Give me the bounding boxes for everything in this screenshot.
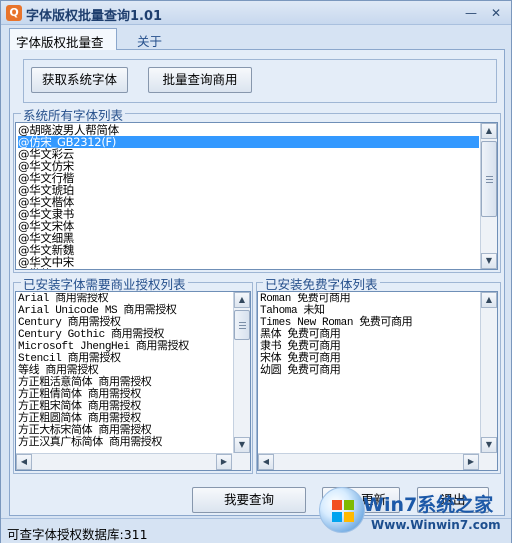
list-item[interactable]: 黑体 免费可商用 xyxy=(260,329,479,341)
scroll-up-icon[interactable]: ▲ xyxy=(481,292,497,308)
list-item[interactable]: Century 商用需授权 xyxy=(18,317,232,329)
list-item[interactable]: 方正大标宋简体 商用需授权 xyxy=(18,425,232,437)
system-fonts-scrollbar[interactable]: ▲ ▼ xyxy=(480,123,497,269)
tab-about[interactable]: 关于 xyxy=(131,28,168,50)
free-fonts-vscrollbar[interactable]: ▲ ▼ xyxy=(480,292,497,453)
list-item[interactable]: 方正粗宋简体 商用需授权 xyxy=(18,401,232,413)
watermark-url: Www.Winwin7.com xyxy=(371,518,501,532)
scroll-down-icon[interactable]: ▼ xyxy=(234,437,250,453)
list-item[interactable]: 宋体 免费可商用 xyxy=(260,353,479,365)
list-item[interactable]: @华文行楷 xyxy=(18,172,479,184)
commercial-fonts-items: Arial 商用需授权 Arial Unicode MS 商用需授权 Century… xyxy=(18,293,232,453)
system-fonts-list[interactable]: @胡晓波男人帮简体 @仿宋_GB2312(F) @华文彩云 @华文仿宋 @华文行楷 @华文… xyxy=(15,122,498,270)
list-item[interactable]: 方正粗活意简体 商用需授权 xyxy=(18,377,232,389)
list-item[interactable]: 方正粗圆简体 商用需授权 xyxy=(18,413,232,425)
free-fonts-hscrollbar[interactable]: ◀ ▶ xyxy=(258,453,479,470)
list-item[interactable]: Arial Unicode MS 商用需授权 xyxy=(18,305,232,317)
list-item[interactable]: @华文彩云 xyxy=(18,148,479,160)
free-fonts-list[interactable]: Roman 免费可商用 Tahoma 未知 Times New Roman 免费可商… xyxy=(257,291,498,471)
windows-logo-icon xyxy=(319,487,365,533)
list-item[interactable]: @华文中宋 xyxy=(18,256,479,268)
list-item[interactable]: @华文细黑 xyxy=(18,232,479,244)
batch-query-button[interactable]: 批量查询商用 xyxy=(148,67,252,93)
list-item[interactable]: Microsoft JhengHei 商用需授权 xyxy=(18,341,232,353)
status-text: 可查字体授权数据库:311 xyxy=(7,527,148,542)
app-window: Q 字体版权批量查询1.01 — ✕ 字体版权批量查询 关于 获取系统字体 批量… xyxy=(0,0,512,543)
list-item[interactable]: @华文琥珀 xyxy=(18,184,479,196)
list-item[interactable]: @华文宋体 xyxy=(18,220,479,232)
list-item[interactable]: Stencil 商用需授权 xyxy=(18,353,232,365)
list-item[interactable]: Tahoma 未知 xyxy=(260,305,479,317)
scroll-left-icon[interactable]: ◀ xyxy=(16,454,32,470)
scroll-right-icon[interactable]: ▶ xyxy=(463,454,479,470)
scroll-left-icon[interactable]: ◀ xyxy=(258,454,274,470)
list-item[interactable]: 隶书 免费可商用 xyxy=(260,341,479,353)
list-item[interactable]: @华文新魏 xyxy=(18,244,479,256)
title-bar[interactable]: Q 字体版权批量查询1.01 — ✕ xyxy=(1,1,511,25)
scroll-corner xyxy=(479,453,497,470)
scroll-corner xyxy=(232,453,250,470)
list-item[interactable]: Arial 商用需授权 xyxy=(18,293,232,305)
my-query-button[interactable]: 我要查询 xyxy=(192,487,306,513)
list-item[interactable]: @华文隶书 xyxy=(18,208,479,220)
list-item[interactable]: Times New Roman 免费可商用 xyxy=(260,317,479,329)
commercial-fonts-list[interactable]: Arial 商用需授权 Arial Unicode MS 商用需授权 Century… xyxy=(15,291,251,471)
list-item[interactable]: @华文楷体 xyxy=(18,196,479,208)
scroll-down-icon[interactable]: ▼ xyxy=(481,253,497,269)
minimize-icon[interactable]: — xyxy=(464,6,478,20)
scroll-up-icon[interactable]: ▲ xyxy=(481,123,497,139)
list-item[interactable]: @楷体 xyxy=(18,268,479,269)
get-system-fonts-button[interactable]: 获取系统字体 xyxy=(31,67,128,93)
free-fonts-items: Roman 免费可商用 Tahoma 未知 Times New Roman 免费可商… xyxy=(260,293,479,453)
commercial-fonts-vscrollbar[interactable]: ▲ ▼ xyxy=(233,292,250,453)
scroll-right-icon[interactable]: ▶ xyxy=(216,454,232,470)
scroll-down-icon[interactable]: ▼ xyxy=(481,437,497,453)
scroll-thumb[interactable] xyxy=(481,141,497,217)
list-item[interactable]: @仿宋_GB2312(F) xyxy=(18,136,479,148)
watermark-brand: Win7系统之家 xyxy=(363,494,494,516)
list-item[interactable]: 方正汉真广标简体 商用需授权 xyxy=(18,437,232,449)
list-item[interactable]: 方正粗倩简体 商用需授权 xyxy=(18,389,232,401)
scroll-thumb[interactable] xyxy=(234,310,250,340)
list-item[interactable]: Century Gothic 商用需授权 xyxy=(18,329,232,341)
list-item[interactable]: Roman 免费可商用 xyxy=(260,293,479,305)
tab-batch-query[interactable]: 字体版权批量查询 xyxy=(9,28,117,69)
search-icon: Q xyxy=(6,5,22,21)
tab-strip: 字体版权批量查询 关于 xyxy=(9,28,505,69)
window-title: 字体版权批量查询1.01 xyxy=(26,9,163,24)
list-item[interactable]: 幼圆 免费可商用 xyxy=(260,365,479,377)
close-icon[interactable]: ✕ xyxy=(489,6,503,20)
scroll-up-icon[interactable]: ▲ xyxy=(234,292,250,308)
watermark: Win7系统之家 Www.Winwin7.com xyxy=(319,485,509,541)
commercial-fonts-hscrollbar[interactable]: ◀ ▶ xyxy=(16,453,232,470)
list-item[interactable]: @华文仿宋 xyxy=(18,160,479,172)
system-fonts-items: @胡晓波男人帮简体 @仿宋_GB2312(F) @华文彩云 @华文仿宋 @华文行楷 @华文… xyxy=(18,124,479,269)
list-item[interactable]: 等线 商用需授权 xyxy=(18,365,232,377)
